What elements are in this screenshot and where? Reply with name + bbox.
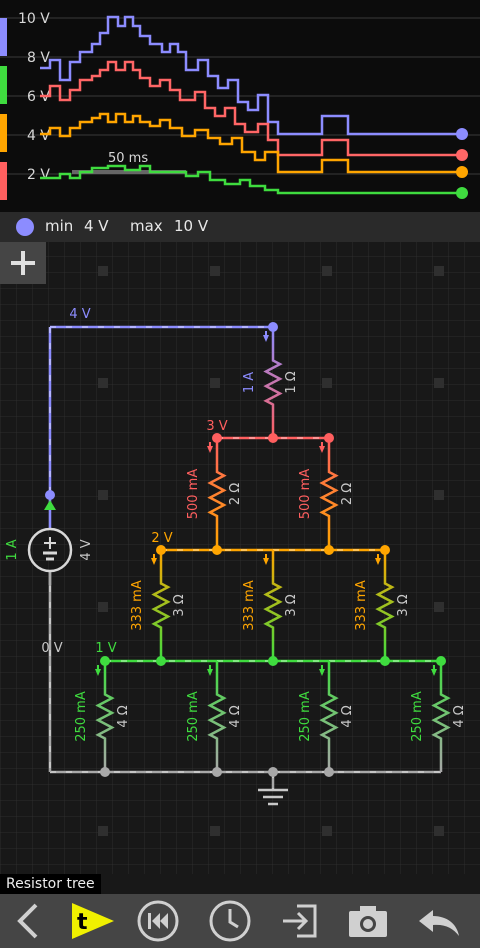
node-label-0v: 0 V xyxy=(41,641,62,656)
resistor-4ohm-3-current-label: 250 mA xyxy=(298,691,313,742)
camera-icon xyxy=(349,906,387,937)
node-label-4v: 4 V xyxy=(69,307,90,322)
resistor-3ohm-3-current-label: 333 mA xyxy=(354,580,369,631)
resistor-4ohm-2-current-label: 250 mA xyxy=(186,691,201,742)
resistor-4ohm-3-resistance-label: 4 Ω xyxy=(340,705,355,727)
trace-tab-blue[interactable] xyxy=(0,18,7,56)
resistor-3ohm-1-resistance-label: 3 Ω xyxy=(172,594,187,616)
node-2v-1[interactable] xyxy=(156,545,166,555)
node-2v-4[interactable] xyxy=(380,545,390,555)
bottom-toolbar: t xyxy=(0,894,480,948)
text-tool-button[interactable]: t xyxy=(64,894,120,948)
node-label-2v: 2 V xyxy=(151,531,172,546)
trace-end-dot-green xyxy=(456,187,468,199)
y-label-10v: 10 V xyxy=(18,11,50,27)
resistor-4ohm-1-resistance-label: 4 Ω xyxy=(116,705,131,727)
resistor-4ohm-4-current-label: 250 mA xyxy=(410,691,425,742)
trace-end-dot-orange xyxy=(456,166,468,178)
source-voltage-label: 4 V xyxy=(79,539,94,560)
clock-icon xyxy=(209,900,251,942)
node-label-1v: 1 V xyxy=(95,641,116,656)
node-1v-1[interactable] xyxy=(100,656,110,666)
min-value: 4 V xyxy=(84,217,109,235)
node-4v[interactable] xyxy=(268,322,278,332)
trace-end-dot-blue xyxy=(456,128,468,140)
node-3v-2[interactable] xyxy=(268,433,278,443)
node-3v-1[interactable] xyxy=(212,433,222,443)
undo-icon xyxy=(419,910,459,936)
node-2v-3[interactable] xyxy=(324,545,334,555)
resistor-3ohm-1-current-label: 333 mA xyxy=(130,580,145,631)
export-icon xyxy=(283,904,317,938)
resistor-2ohm-2-current-label: 500 mA xyxy=(298,469,313,520)
scope-info-bar[interactable]: min 4 V max 10 V xyxy=(0,212,480,242)
back-button[interactable] xyxy=(0,894,56,948)
trace-tab-green[interactable] xyxy=(0,66,7,104)
min-label: min xyxy=(45,217,74,235)
node-0v-2[interactable] xyxy=(212,767,222,777)
node-3v-3[interactable] xyxy=(324,433,334,443)
trace-tab-orange[interactable] xyxy=(0,114,7,152)
trace-blue xyxy=(40,15,462,136)
back-icon xyxy=(17,903,38,939)
add-component-button[interactable] xyxy=(0,242,46,284)
circuit-canvas[interactable]: 1 A 4 V 1 A 1 Ω 500 mA 2 Ω 500 mA 2 Ω 333 mA 3 Ω 3… xyxy=(0,242,480,874)
y-label-4v: 4 V xyxy=(27,128,50,144)
resistor-2ohm-1-current-label: 500 mA xyxy=(186,469,201,520)
source-current-label: 1 A xyxy=(5,539,20,560)
trace-tab-red[interactable] xyxy=(0,162,7,200)
resistor-4ohm-4-resistance-label: 4 Ω xyxy=(452,705,467,727)
resistor-4ohm-1-current-label: 250 mA xyxy=(74,691,89,742)
y-label-8v: 8 V xyxy=(27,50,50,66)
oscilloscope-panel[interactable]: 10 V 8 V 6 V 4 V 2 V 50 ms xyxy=(0,0,480,212)
resistor-2ohm-1-resistance-label: 2 Ω xyxy=(228,483,243,505)
undo-button[interactable] xyxy=(410,894,466,948)
node-1v-2[interactable] xyxy=(156,656,166,666)
max-label: max xyxy=(130,217,163,235)
node-2v-2[interactable] xyxy=(212,545,222,555)
trace-orange xyxy=(40,112,462,174)
resistor-3ohm-2-resistance-label: 3 Ω xyxy=(284,594,299,616)
rewind-icon xyxy=(137,900,179,942)
text-tool-icon: t xyxy=(72,903,114,939)
scope-color-tabs xyxy=(0,18,7,200)
selected-trace-dot xyxy=(16,218,34,236)
node-0v-3[interactable] xyxy=(268,767,278,777)
node-1v-5[interactable] xyxy=(436,656,446,666)
trace-end-dot-red xyxy=(456,149,468,161)
y-label-2v: 2 V xyxy=(27,167,50,183)
export-button[interactable] xyxy=(272,894,328,948)
rewind-button[interactable] xyxy=(130,894,186,948)
max-value: 10 V xyxy=(174,217,209,235)
resistor-3ohm-3-resistance-label: 3 Ω xyxy=(396,594,411,616)
grid-background xyxy=(0,242,480,874)
svg-text:t: t xyxy=(77,910,88,935)
node-0v-4[interactable] xyxy=(324,767,334,777)
node-1v-4[interactable] xyxy=(380,656,390,666)
node-label-3v: 3 V xyxy=(206,419,227,434)
circuit-drawing[interactable]: 1 A 4 V 1 A 1 Ω 500 mA 2 Ω 500 mA 2 Ω 333 mA 3 Ω 3… xyxy=(0,242,480,874)
plus-icon xyxy=(11,251,35,275)
node-0v-1[interactable] xyxy=(100,767,110,777)
circuit-title: Resistor tree xyxy=(0,874,101,894)
circuit-title-bar: Resistor tree xyxy=(0,874,480,894)
node-1v-3[interactable] xyxy=(268,656,278,666)
scope-gridlines xyxy=(0,17,480,175)
resistor-1ohm-resistance-label: 1 Ω xyxy=(284,371,299,393)
node-source-top[interactable] xyxy=(45,490,55,500)
time-scale-label: 50 ms xyxy=(108,151,148,166)
scope-plot: 10 V 8 V 6 V 4 V 2 V 50 ms xyxy=(0,11,480,200)
resistor-1ohm-current-label: 1 A xyxy=(242,372,257,393)
resistor-2ohm-2-resistance-label: 2 Ω xyxy=(340,483,355,505)
clock-button[interactable] xyxy=(202,894,258,948)
resistor-3ohm-2-current-label: 333 mA xyxy=(242,580,257,631)
resistor-4ohm-2-resistance-label: 4 Ω xyxy=(228,705,243,727)
trace-red xyxy=(40,60,462,157)
camera-button[interactable] xyxy=(340,894,396,948)
